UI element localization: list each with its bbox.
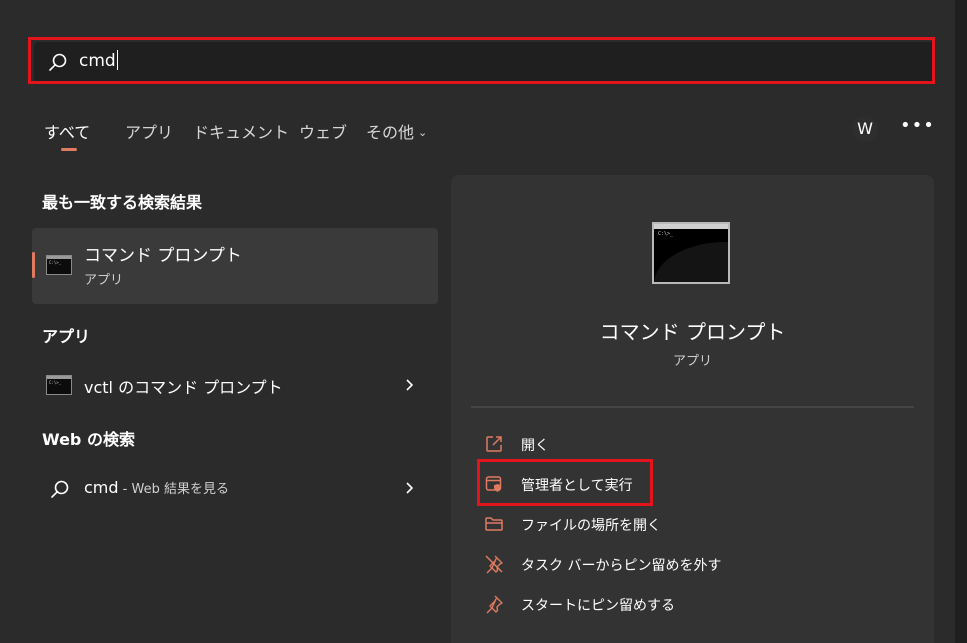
best-match-title: コマンド プロンプト bbox=[84, 246, 242, 266]
action-unpin-taskbar[interactable]: タスク バーからピン留めを外す bbox=[478, 548, 918, 580]
panel-edge bbox=[955, 0, 967, 643]
action-open-file-location[interactable]: ファイルの場所を開く bbox=[478, 508, 918, 540]
app-result-label: vctl のコマンド プロンプト bbox=[84, 378, 283, 397]
web-search-heading: Web の検索 bbox=[42, 430, 135, 449]
web-result-query: cmd bbox=[84, 478, 119, 497]
command-prompt-icon bbox=[46, 375, 72, 395]
tab-all[interactable]: すべて bbox=[44, 119, 90, 143]
unpin-icon bbox=[485, 555, 503, 574]
apps-heading: アプリ bbox=[42, 327, 91, 346]
run-as-admin-highlight-frame bbox=[477, 459, 653, 506]
action-pin-start[interactable]: スタートにピン留めする bbox=[478, 588, 918, 620]
command-prompt-large-icon: C:\>_ bbox=[652, 222, 730, 284]
tab-active-indicator bbox=[61, 148, 77, 151]
web-result-suffix: - Web 結果を見る bbox=[118, 482, 229, 497]
best-match-heading: 最も一致する検索結果 bbox=[42, 193, 203, 212]
tab-documents[interactable]: ドキュメント bbox=[193, 119, 289, 143]
search-icon bbox=[51, 480, 69, 498]
action-open[interactable]: 開く bbox=[478, 428, 918, 460]
chevron-right-icon[interactable] bbox=[404, 379, 416, 391]
selection-accent bbox=[32, 252, 35, 278]
more-options-button[interactable]: ••• bbox=[900, 116, 934, 142]
web-result-label: cmd - Web 結果を見る bbox=[84, 478, 229, 497]
detail-subtitle: アプリ bbox=[672, 354, 712, 369]
action-open-file-location-label: ファイルの場所を開く bbox=[521, 518, 661, 534]
chevron-right-icon[interactable] bbox=[404, 482, 416, 494]
best-match-subtitle: アプリ bbox=[84, 273, 124, 288]
user-avatar[interactable]: W bbox=[852, 116, 878, 142]
tab-more-label: その他 bbox=[366, 123, 415, 142]
action-pin-start-label: スタートにピン留めする bbox=[521, 598, 675, 614]
detail-title: コマンド プロンプト bbox=[599, 320, 786, 344]
chevron-down-icon: ⌄ bbox=[418, 126, 428, 139]
open-external-icon bbox=[486, 436, 502, 452]
action-unpin-taskbar-label: タスク バーからピン留めを外す bbox=[521, 558, 722, 574]
detail-divider bbox=[471, 406, 914, 408]
search-highlight-frame bbox=[28, 37, 935, 84]
folder-icon bbox=[485, 517, 503, 531]
action-open-label: 開く bbox=[521, 438, 549, 454]
tab-more[interactable]: その他 ⌄ bbox=[366, 119, 427, 143]
tab-web[interactable]: ウェブ bbox=[299, 119, 347, 143]
tab-apps[interactable]: アプリ bbox=[125, 119, 173, 143]
pin-icon bbox=[486, 595, 503, 614]
best-match-item[interactable] bbox=[32, 228, 438, 304]
command-prompt-icon bbox=[46, 255, 72, 275]
